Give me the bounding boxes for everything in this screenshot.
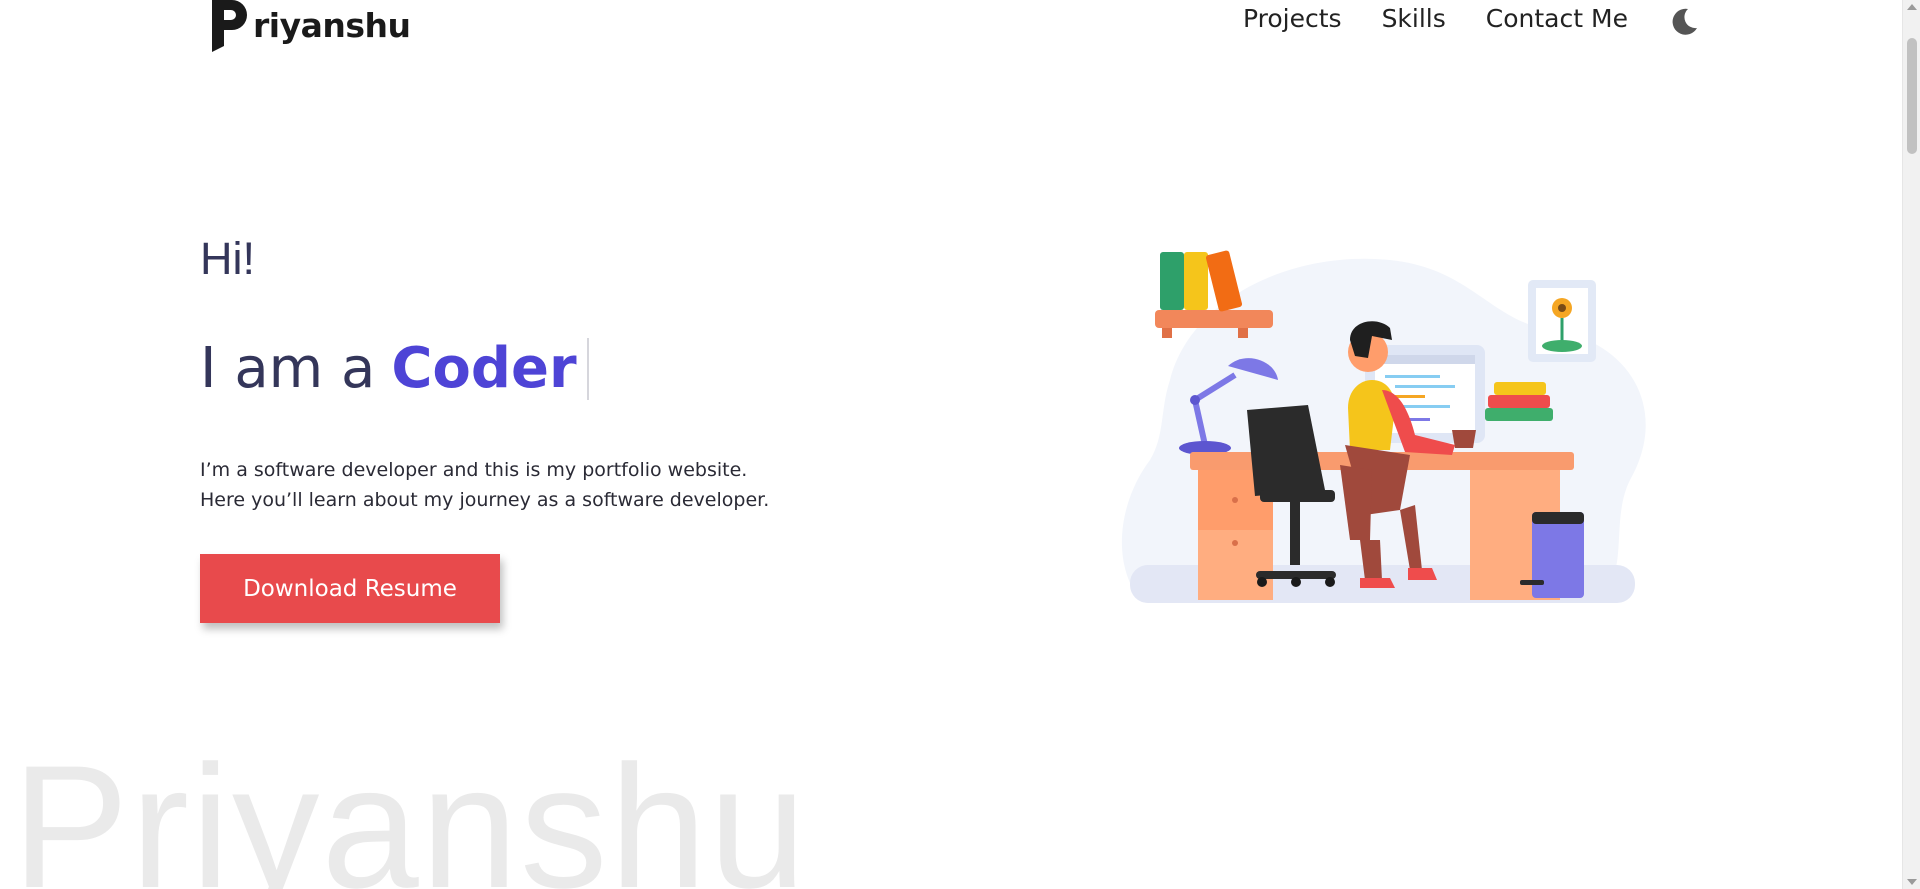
logo-p-icon	[212, 0, 247, 52]
page-scrollbar[interactable]	[1902, 0, 1920, 889]
nav-projects[interactable]: Projects	[1243, 4, 1342, 33]
logo-text: riyanshu	[253, 6, 411, 45]
moon-icon[interactable]	[1668, 6, 1700, 38]
developer-at-desk-illustration	[1121, 250, 1646, 603]
description-line-2: Here you’ll learn about my journey as a …	[200, 489, 770, 511]
typed-role: Coder	[391, 336, 577, 401]
scrollbar-thumb[interactable]	[1907, 38, 1917, 154]
greeting: Hi!	[200, 233, 255, 284]
intro-heading: I am a Coder	[200, 336, 589, 401]
hero-description: I’m a software developer and this is my …	[200, 455, 769, 515]
download-resume-button[interactable]: Download Resume	[200, 554, 500, 623]
nav-skills[interactable]: Skills	[1382, 4, 1446, 33]
main-nav: Projects Skills Contact Me	[1243, 4, 1628, 33]
site-logo[interactable]: riyanshu	[208, 0, 411, 54]
scroll-up-arrow-icon[interactable]	[1907, 4, 1917, 10]
intro-prefix: I am a	[200, 336, 376, 401]
scroll-down-arrow-icon[interactable]	[1907, 879, 1917, 885]
nav-contact-me[interactable]: Contact Me	[1486, 4, 1628, 33]
name-watermark: Priyanshu	[12, 730, 809, 889]
typing-cursor	[586, 337, 589, 400]
description-line-1: I’m a software developer and this is my …	[200, 459, 748, 481]
